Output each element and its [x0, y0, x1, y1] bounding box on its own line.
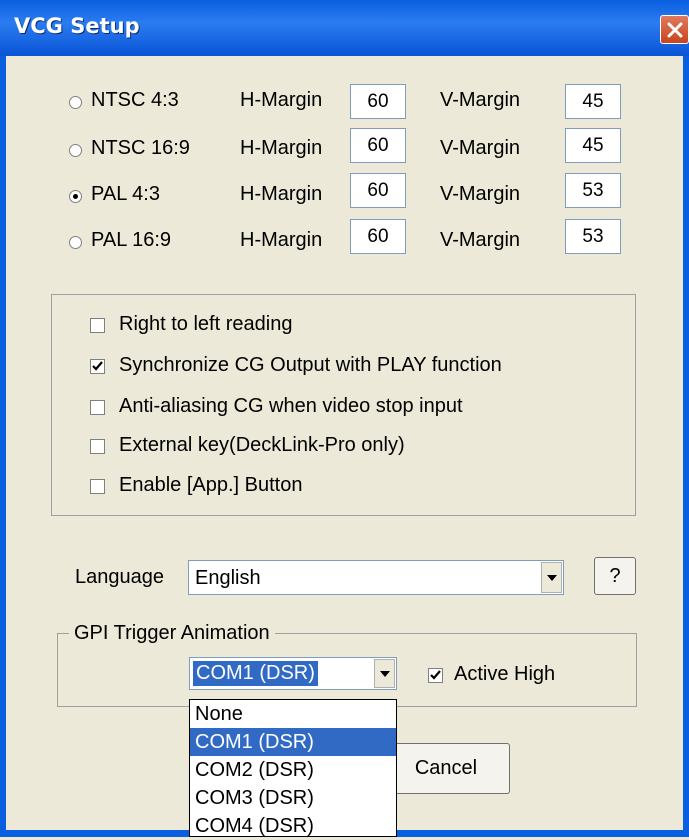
h-margin-label: H-Margin — [240, 229, 323, 251]
v-margin-label: V-Margin — [440, 183, 521, 205]
h-margin-label: H-Margin — [240, 137, 323, 159]
radio-pal-16-9[interactable] — [69, 236, 82, 249]
title-bar[interactable]: VCG Setup — [0, 0, 689, 56]
vcg-setup-dialog: VCG Setup NTSC 4:3 H-Margin 60 V-Margin … — [0, 0, 689, 837]
language-value: English — [195, 567, 261, 589]
gpi-group-label: GPI Trigger Animation — [69, 622, 275, 645]
dropdown-option-none[interactable]: None — [190, 700, 396, 728]
radio-ntsc-4-3[interactable] — [69, 96, 82, 109]
dropdown-option-com4[interactable]: COM4 (DSR) — [190, 812, 396, 840]
v-margin-input[interactable]: 45 — [565, 84, 621, 119]
help-button[interactable]: ? — [594, 557, 636, 595]
v-margin-label: V-Margin — [440, 89, 521, 111]
gpi-port-select[interactable]: COM1 (DSR) — [189, 657, 397, 690]
close-button[interactable] — [660, 15, 689, 44]
checkbox-external-key[interactable] — [90, 439, 105, 454]
window-title: VCG Setup — [14, 14, 140, 38]
gpi-port-value: COM1 (DSR) — [193, 661, 318, 686]
h-margin-input[interactable]: 60 — [350, 173, 406, 208]
format-label: PAL 16:9 — [91, 229, 172, 251]
checkbox-label: External key(DeckLink-Pro only) — [119, 434, 405, 456]
radio-ntsc-16-9[interactable] — [69, 144, 82, 157]
h-margin-input[interactable]: 60 — [350, 219, 406, 254]
language-select[interactable]: English — [188, 560, 564, 595]
language-dropdown-button[interactable] — [541, 562, 562, 593]
window-frame-left — [0, 56, 6, 837]
checkmark-icon — [430, 670, 441, 680]
chevron-down-icon — [547, 574, 557, 581]
chevron-down-icon — [380, 670, 390, 677]
checkbox-right-to-left[interactable] — [90, 318, 105, 333]
format-label: NTSC 16:9 — [91, 137, 190, 159]
format-label: PAL 4:3 — [91, 183, 160, 205]
v-margin-input[interactable]: 53 — [565, 173, 621, 208]
gpi-port-dropdown-list: None COM1 (DSR) COM2 (DSR) COM3 (DSR) CO… — [189, 699, 397, 837]
v-margin-input[interactable]: 53 — [565, 219, 621, 254]
language-label: Language — [75, 566, 164, 588]
cancel-button[interactable]: Cancel — [382, 743, 510, 794]
checkbox-label: Enable [App.] Button — [119, 474, 303, 496]
h-margin-label: H-Margin — [240, 89, 323, 111]
dropdown-option-com2[interactable]: COM2 (DSR) — [190, 756, 396, 784]
checkbox-active-high[interactable] — [428, 668, 443, 683]
checkbox-label: Right to left reading — [119, 313, 293, 335]
active-high-label: Active High — [454, 663, 556, 685]
checkmark-icon — [92, 361, 103, 371]
checkbox-enable-app-button[interactable] — [90, 479, 105, 494]
gpi-port-dropdown-button[interactable] — [374, 659, 395, 688]
checkbox-anti-aliasing[interactable] — [90, 400, 105, 415]
radio-pal-4-3[interactable] — [69, 190, 82, 203]
h-margin-label: H-Margin — [240, 183, 323, 205]
v-margin-label: V-Margin — [440, 137, 521, 159]
v-margin-label: V-Margin — [440, 229, 521, 251]
format-label: NTSC 4:3 — [91, 89, 179, 111]
checkbox-synchronize-cg[interactable] — [90, 359, 105, 374]
dropdown-option-com3[interactable]: COM3 (DSR) — [190, 784, 396, 812]
h-margin-input[interactable]: 60 — [350, 128, 406, 163]
checkbox-label: Synchronize CG Output with PLAY function — [119, 354, 502, 376]
dropdown-option-com1[interactable]: COM1 (DSR) — [190, 728, 396, 756]
checkbox-label: Anti-aliasing CG when video stop input — [119, 395, 463, 417]
v-margin-input[interactable]: 45 — [565, 128, 621, 163]
window-frame-right — [683, 56, 689, 837]
h-margin-input[interactable]: 60 — [350, 84, 406, 119]
